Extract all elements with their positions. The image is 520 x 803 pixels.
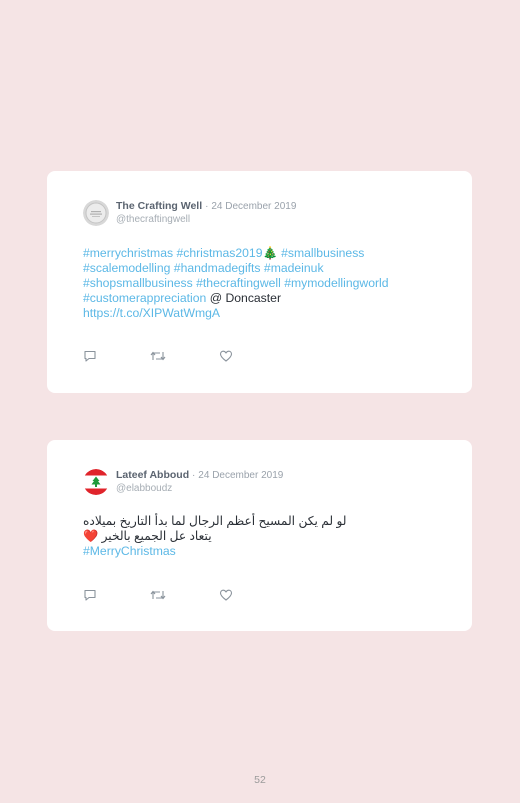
- hashtag[interactable]: #madeinuk: [264, 261, 324, 275]
- avatar[interactable]: [83, 469, 109, 495]
- tweet-actions: [83, 588, 243, 602]
- separator: ·: [205, 201, 209, 212]
- tweet-line: #customerappreciation @ Doncaster: [83, 291, 389, 306]
- tweet-text: #merrychristmas #christmas2019🎄 #smallbu…: [83, 246, 389, 321]
- hashtag[interactable]: #scalemodelling: [83, 261, 170, 275]
- arabic-text: لو لم يكن المسيح أعظم الرجال لما بدأ الت…: [83, 514, 347, 528]
- like-button[interactable]: [219, 588, 233, 602]
- reply-button[interactable]: [83, 349, 97, 363]
- handle[interactable]: @elabboudz: [116, 482, 172, 495]
- tweet-card: Lateef Abboud · 24 December 2019 @elabbo…: [47, 440, 472, 631]
- hashtag[interactable]: #mymodellingworld: [284, 276, 388, 290]
- hashtag[interactable]: #merrychristmas: [83, 246, 173, 260]
- handle[interactable]: @thecraftingwell: [116, 213, 190, 226]
- retweet-icon: [150, 351, 166, 361]
- tweet-actions: [83, 349, 243, 363]
- reply-icon: [84, 589, 96, 601]
- tweet-line: https://t.co/XIPWatWmgA: [83, 306, 389, 321]
- lebanon-flag-icon: [83, 469, 109, 495]
- heart-icon: [219, 350, 233, 362]
- hashtag[interactable]: #customerappreciation: [83, 291, 206, 305]
- hashtag[interactable]: #handmadegifts: [174, 261, 261, 275]
- tweet-date[interactable]: 24 December 2019: [211, 201, 296, 212]
- retweet-button[interactable]: [150, 349, 166, 363]
- hashtag[interactable]: #christmas2019: [176, 246, 262, 260]
- tweet-line: #MerryChristmas: [83, 544, 346, 559]
- hashtag[interactable]: #MerryChristmas: [83, 544, 176, 558]
- avatar[interactable]: [83, 200, 109, 226]
- tweet-line: لو لم يكن المسيح أعظم الرجال لما بدأ الت…: [83, 514, 346, 529]
- tweet-line: #scalemodelling #handmadegifts #madeinuk: [83, 261, 389, 276]
- reply-button[interactable]: [83, 588, 97, 602]
- tweet-date[interactable]: 24 December 2019: [198, 470, 283, 481]
- page-number: 52: [254, 774, 266, 786]
- hashtag[interactable]: #shopsmallbusiness: [83, 276, 193, 290]
- arabic-text: يتعاد عل الجميع بالخير: [98, 529, 212, 543]
- tweet-line: #shopsmallbusiness #thecraftingwell #mym…: [83, 276, 389, 291]
- like-button[interactable]: [219, 349, 233, 363]
- tweet-text: لو لم يكن المسيح أعظم الرجال لما بدأ الت…: [83, 514, 346, 559]
- location-text: @ Doncaster: [206, 291, 282, 305]
- craft-logo-icon: [83, 200, 109, 226]
- hashtag[interactable]: #smallbusiness: [281, 246, 364, 260]
- separator: ·: [192, 470, 196, 481]
- retweet-icon: [150, 590, 166, 600]
- tweet-line: يتعاد عل الجميع بالخير ❤️: [83, 529, 346, 544]
- tweet-link[interactable]: https://t.co/XIPWatWmgA: [83, 306, 220, 320]
- tweet-line: #merrychristmas #christmas2019🎄 #smallbu…: [83, 246, 389, 261]
- christmas-tree-emoji: 🎄: [262, 246, 278, 260]
- retweet-button[interactable]: [150, 588, 166, 602]
- reply-icon: [84, 350, 96, 362]
- hashtag[interactable]: #thecraftingwell: [196, 276, 281, 290]
- display-name[interactable]: Lateef Abboud: [116, 469, 189, 481]
- heart-emoji: ❤️: [83, 529, 99, 543]
- display-name[interactable]: The Crafting Well: [116, 200, 202, 212]
- heart-icon: [219, 589, 233, 601]
- tweet-card: The Crafting Well · 24 December 2019 @th…: [47, 171, 472, 393]
